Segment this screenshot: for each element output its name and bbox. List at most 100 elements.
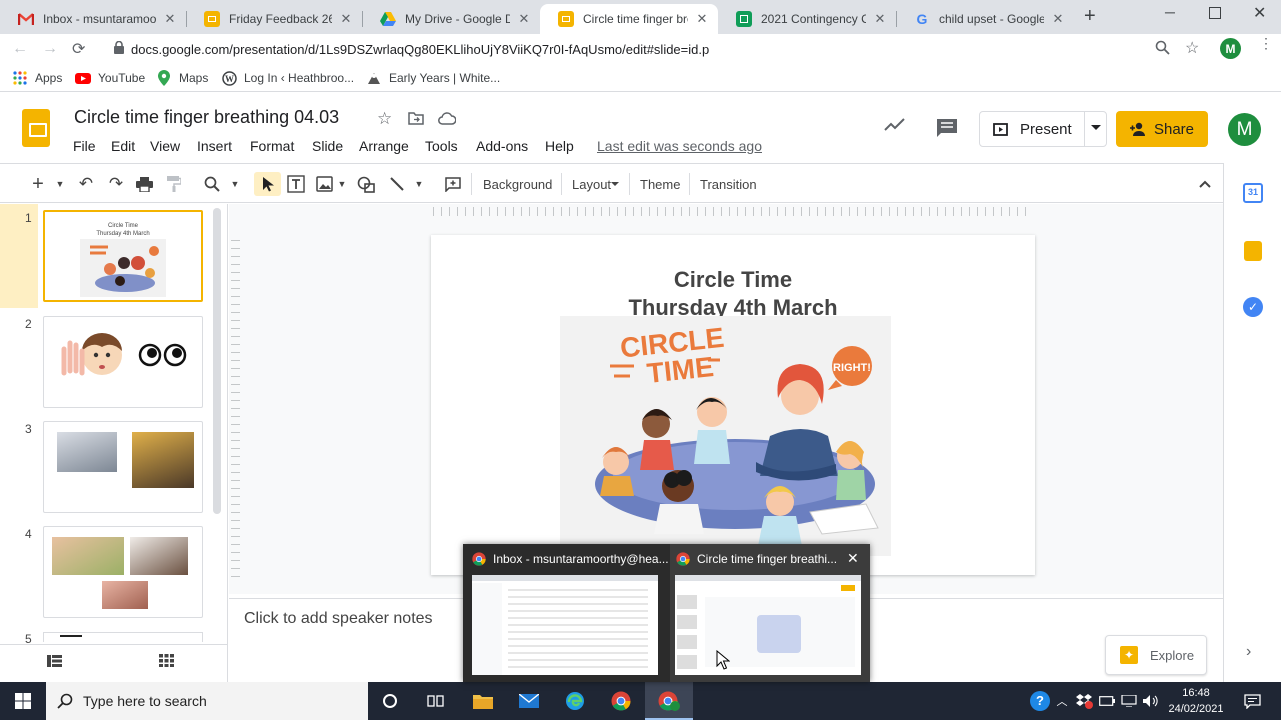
reload-icon[interactable]: ⟳	[72, 39, 90, 58]
zoom-tool-icon[interactable]	[202, 172, 222, 196]
filmstrip-scrollbar[interactable]	[213, 208, 221, 514]
slide-thumbnail-4[interactable]	[43, 526, 203, 618]
theme-button[interactable]: Theme	[640, 177, 680, 192]
bookmark-heathbrook-login[interactable]: W Log In ‹ Heathbroo...	[221, 69, 354, 87]
preview-title-circle-time[interactable]: Circle time finger breathi...	[676, 552, 837, 566]
back-icon[interactable]: ←	[12, 40, 30, 58]
menu-addons[interactable]: Add-ons	[476, 138, 528, 154]
activity-trend-icon[interactable]	[884, 118, 906, 134]
menu-help[interactable]: Help	[545, 138, 574, 154]
transition-button[interactable]: Transition	[700, 177, 757, 192]
slide-thumbnail-3[interactable]	[43, 421, 203, 513]
calendar-icon[interactable]: 31	[1243, 183, 1263, 203]
windows-start-icon[interactable]	[9, 687, 37, 715]
tab-my-drive[interactable]: My Drive - Google Driv ✕	[362, 4, 540, 34]
slide-thumbnail-5[interactable]	[43, 632, 203, 642]
layout-dropdown-icon[interactable]	[611, 182, 619, 186]
close-preview-icon[interactable]: ✕	[847, 550, 861, 566]
tab-contingency[interactable]: 2021 Contingency Cont ✕	[718, 4, 896, 34]
background-button[interactable]: Background	[483, 177, 552, 192]
taskbar-search-box[interactable]: Type here to search	[46, 682, 368, 720]
select-tool-icon[interactable]	[254, 172, 281, 196]
battery-icon[interactable]	[1096, 687, 1118, 715]
close-tab-icon[interactable]: ✕	[516, 11, 532, 27]
undo-icon[interactable]: ↶	[76, 172, 96, 196]
preview-title-inbox[interactable]: Inbox - msuntaramoorthy@hea...	[472, 552, 669, 566]
cortana-icon[interactable]	[376, 687, 404, 715]
task-view-icon[interactable]	[421, 687, 449, 715]
edge-icon[interactable]	[561, 687, 589, 715]
mail-icon[interactable]	[515, 687, 543, 715]
grid-view-icon[interactable]	[159, 654, 175, 668]
zoom-dropdown-icon[interactable]: ▼	[229, 172, 241, 196]
insert-comment-icon[interactable]	[443, 172, 463, 196]
clock[interactable]: 16:48 24/02/2021	[1166, 685, 1226, 717]
line-tool-icon[interactable]	[387, 172, 407, 196]
close-tab-icon[interactable]: ✕	[162, 11, 178, 27]
speaker-notes-placeholder[interactable]: Click to add speaker notes	[244, 610, 433, 628]
help-icon[interactable]: ?	[1026, 687, 1054, 715]
slide-thumbnail-2[interactable]	[43, 316, 203, 408]
menu-arrange[interactable]: Arrange	[359, 138, 409, 154]
dropbox-icon[interactable]	[1073, 687, 1095, 715]
keep-icon[interactable]	[1244, 241, 1262, 261]
forward-icon[interactable]: →	[42, 40, 60, 58]
browser-profile-avatar[interactable]: M	[1220, 38, 1241, 59]
tasks-icon[interactable]: ✓	[1243, 297, 1263, 317]
new-tab-icon[interactable]: +	[1084, 6, 1102, 26]
tab-child-upset-search[interactable]: G child upset - Google Se ✕	[896, 4, 1074, 34]
account-avatar[interactable]: M	[1228, 113, 1261, 146]
close-tab-icon[interactable]: ✕	[694, 11, 710, 27]
close-tab-icon[interactable]: ✕	[338, 11, 354, 27]
bookmark-youtube[interactable]: YouTube	[75, 69, 145, 87]
preview-thumbnail-circle-time[interactable]	[675, 575, 861, 675]
document-title[interactable]: Circle time finger breathing 04.03	[74, 107, 339, 128]
close-tab-icon[interactable]: ✕	[872, 11, 888, 27]
bookmark-early-years[interactable]: Early Years | White...	[366, 69, 500, 87]
close-window-icon[interactable]: ✕	[1253, 3, 1269, 23]
print-icon[interactable]	[134, 172, 154, 196]
restore-icon[interactable]	[1209, 7, 1221, 19]
comments-icon[interactable]	[936, 118, 958, 138]
tab-circle-time[interactable]: Circle time finger breat ✕	[540, 4, 718, 34]
new-slide-dropdown-icon[interactable]: ▼	[54, 172, 66, 196]
menu-format[interactable]: Format	[250, 138, 294, 154]
notifications-icon[interactable]	[1238, 687, 1266, 715]
present-button[interactable]: Present	[979, 111, 1107, 147]
volume-icon[interactable]	[1140, 687, 1162, 715]
text-box-icon[interactable]	[286, 172, 306, 196]
menu-tools[interactable]: Tools	[425, 138, 458, 154]
bookmark-maps[interactable]: Maps	[156, 69, 208, 87]
bookmark-apps[interactable]: Apps	[12, 69, 62, 87]
line-dropdown-icon[interactable]: ▼	[413, 172, 425, 196]
zoom-icon[interactable]	[1155, 40, 1171, 56]
show-hidden-icons[interactable]: ︿	[1051, 687, 1073, 715]
redo-icon[interactable]: ↷	[106, 172, 126, 196]
network-icon[interactable]	[1118, 687, 1140, 715]
browser-menu-icon[interactable]: ⋮	[1259, 36, 1273, 58]
share-button[interactable]: Share	[1116, 111, 1208, 147]
filmstrip-view-icon[interactable]	[47, 655, 63, 667]
file-explorer-icon[interactable]	[469, 687, 497, 715]
layout-button[interactable]: Layout	[572, 177, 611, 192]
close-tab-icon[interactable]: ✕	[1050, 11, 1066, 27]
explore-button[interactable]: ✦ Explore	[1105, 635, 1207, 675]
circle-time-illustration[interactable]: CIRCLE TIME RIGHT!	[560, 316, 891, 556]
slide-thumbnail-1[interactable]: Circle Time Thursday 4th March	[43, 210, 203, 302]
insert-image-icon[interactable]	[314, 172, 334, 196]
last-edit-link[interactable]: Last edit was seconds ago	[597, 138, 762, 154]
address-bar[interactable]: docs.google.com/presentation/d/1Ls9DSZwr…	[106, 36, 1208, 62]
expand-panel-icon[interactable]: ›	[1246, 643, 1260, 660]
slide-title-textbox[interactable]: Circle Time Thursday 4th March	[431, 266, 1035, 322]
chrome-profile-taskbar-icon[interactable]	[655, 687, 683, 715]
minimize-icon[interactable]: ─	[1165, 4, 1181, 24]
image-dropdown-icon[interactable]: ▼	[336, 172, 348, 196]
collapse-toolbar-icon[interactable]	[1195, 172, 1215, 196]
menu-file[interactable]: File	[73, 138, 96, 154]
slides-home-icon[interactable]	[22, 109, 50, 147]
bookmark-star-icon[interactable]: ☆	[1185, 38, 1201, 57]
new-slide-icon[interactable]: +	[28, 172, 48, 196]
tab-gmail-inbox[interactable]: Inbox - msuntaramoorth ✕	[0, 4, 186, 34]
chrome-taskbar-icon[interactable]	[607, 687, 635, 715]
preview-thumbnail-inbox[interactable]	[472, 575, 658, 675]
